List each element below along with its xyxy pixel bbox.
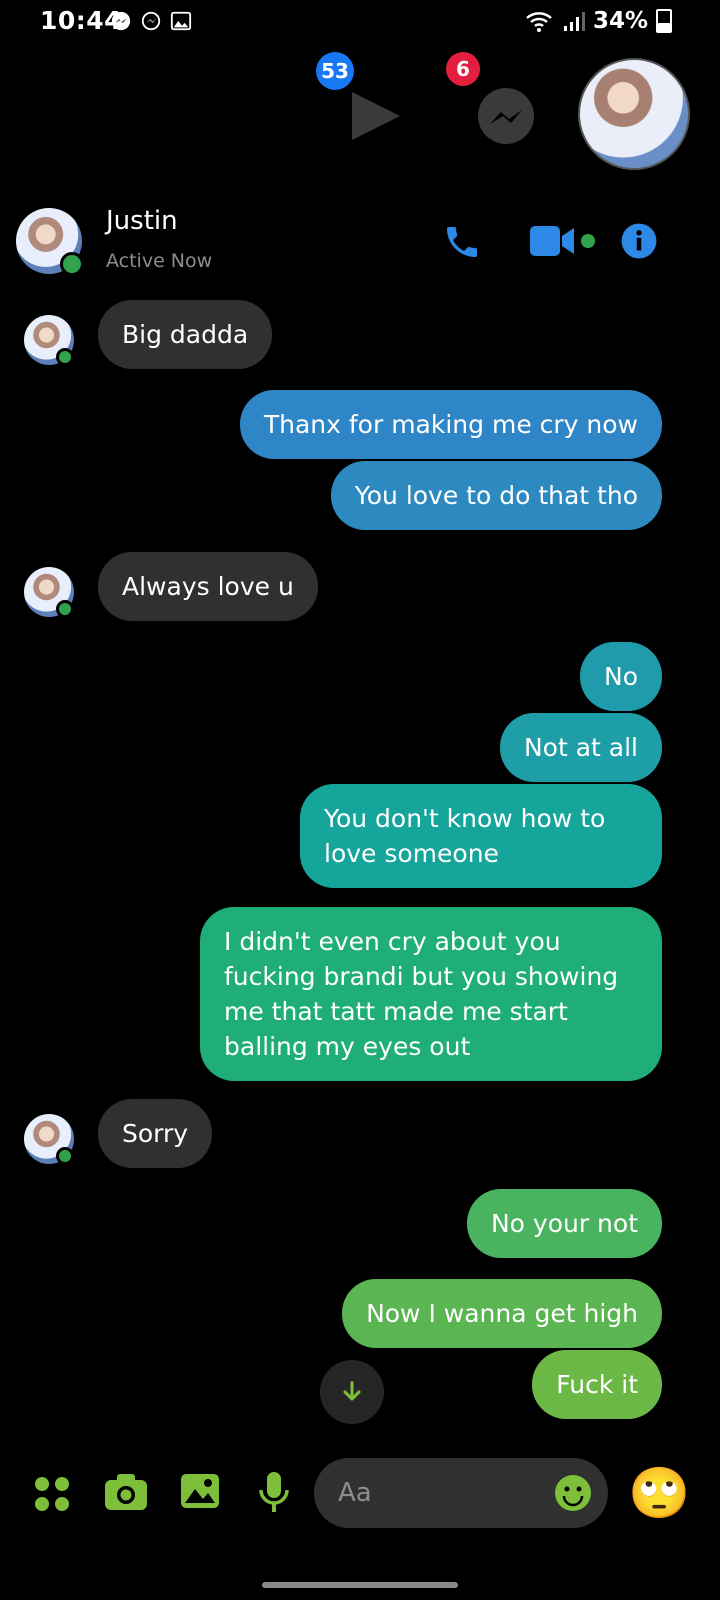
arrow-down-icon	[343, 1381, 361, 1401]
battery-percent: 34%	[592, 8, 648, 34]
gallery-notification-icon	[170, 11, 192, 31]
message-outgoing[interactable]: I didn't even cry about you fucking bran…	[200, 907, 662, 1081]
wifi-icon	[526, 12, 552, 32]
info-icon	[621, 223, 657, 259]
info-button[interactable]	[620, 222, 658, 260]
microphone-icon	[259, 1472, 289, 1512]
gallery-icon	[181, 1474, 219, 1508]
message-outgoing[interactable]: Fuck it	[532, 1350, 662, 1419]
contact-name[interactable]: Justin	[106, 206, 178, 236]
camera-button[interactable]	[104, 1472, 148, 1512]
online-indicator	[56, 348, 74, 366]
gallery-button[interactable]	[180, 1472, 220, 1512]
emoji-button[interactable]	[554, 1474, 592, 1512]
home-indicator[interactable]	[262, 1582, 458, 1588]
message-outgoing[interactable]: No your not	[466, 1189, 662, 1258]
quick-reaction-emoji: 🙄	[628, 1464, 691, 1522]
play-icon	[352, 92, 400, 140]
scroll-down-button[interactable]	[320, 1360, 384, 1424]
battery-icon	[656, 9, 672, 33]
messenger-chat-head[interactable]	[476, 88, 536, 148]
grid-icon	[35, 1477, 69, 1511]
video-active-dot	[581, 234, 595, 248]
message-incoming[interactable]: Sorry	[98, 1099, 213, 1168]
status-right: 34%	[525, 8, 672, 34]
contact-status: Active Now	[106, 250, 213, 272]
notification-icons	[110, 10, 192, 32]
video-call-button[interactable]	[530, 224, 576, 258]
messenger-badge: 6	[446, 52, 480, 86]
message-incoming[interactable]: Always love u	[98, 552, 318, 621]
messenger-notification-icon	[141, 11, 161, 31]
message-outgoing[interactable]: Not at all	[499, 713, 662, 782]
message-outgoing[interactable]: Thanx for making me cry now	[239, 390, 662, 459]
messenger-icon	[478, 88, 534, 144]
video-badge: 53	[316, 52, 354, 90]
online-indicator	[56, 600, 74, 618]
camera-icon	[105, 1474, 147, 1510]
phone-icon	[447, 227, 477, 257]
message-outgoing[interactable]: No	[580, 642, 662, 711]
online-indicator	[60, 252, 84, 276]
smiley-icon	[555, 1475, 591, 1511]
online-indicator	[56, 1147, 74, 1165]
messenger-notification-icon	[111, 11, 131, 31]
message-outgoing[interactable]: Now I wanna get high	[342, 1279, 662, 1348]
message-outgoing[interactable]: You love to do that tho	[330, 461, 662, 530]
message-incoming[interactable]: Big dadda	[98, 300, 273, 369]
voice-button[interactable]	[258, 1470, 290, 1514]
video-icon	[530, 226, 574, 256]
more-actions-button[interactable]	[32, 1474, 72, 1514]
profile-chat-head[interactable]	[578, 58, 690, 170]
signal-icon	[563, 12, 585, 31]
video-chat-head[interactable]	[344, 86, 404, 146]
quick-reaction-button[interactable]: 🙄	[628, 1462, 690, 1524]
message-input-placeholder: Aa	[338, 1478, 372, 1508]
message-outgoing[interactable]: You don't know how to love someone	[300, 784, 662, 888]
call-button[interactable]	[442, 222, 482, 262]
